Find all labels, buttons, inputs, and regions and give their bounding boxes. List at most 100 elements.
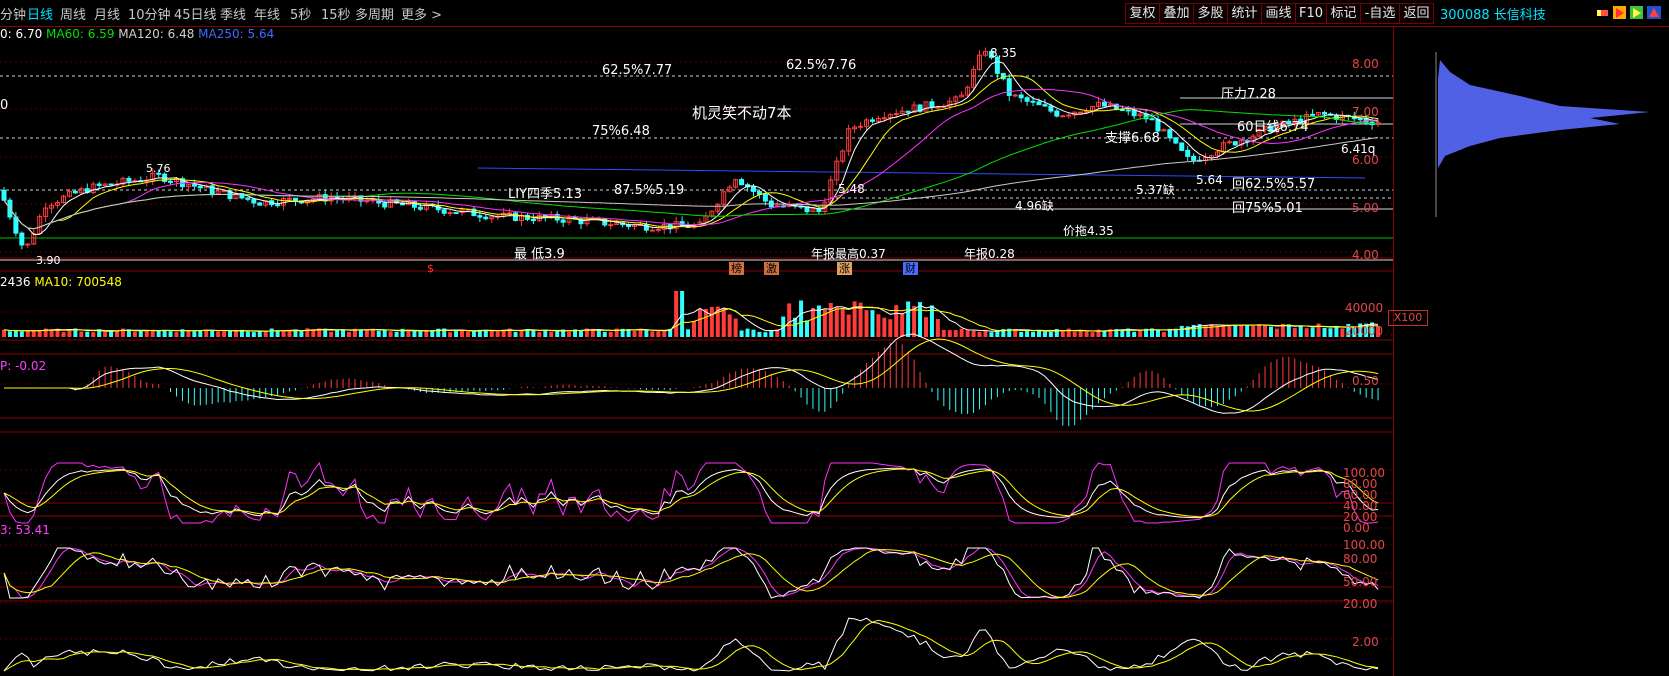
ma-value-0: 0: 6.70 (0, 27, 43, 41)
period-weekly[interactable]: 周线 (60, 4, 86, 23)
volume-legend: 2436 MA10: 700548 (0, 275, 122, 289)
ma60-line-label: 60日线6.74 (1237, 120, 1309, 135)
candle-body (1232, 141, 1238, 146)
period-45day[interactable]: 45日线 (174, 4, 217, 23)
candle-body (221, 190, 227, 193)
volume-bar (1120, 330, 1125, 337)
volume-bar (281, 331, 286, 337)
volume-bar (37, 330, 42, 337)
mark-button[interactable]: 标记 (1326, 3, 1361, 24)
period-quarterly[interactable]: 季线 (220, 4, 246, 23)
volume-bar (1179, 325, 1184, 337)
lowest-label: 最 低3.9 (514, 247, 565, 262)
candle-body (762, 193, 768, 202)
candle-body (245, 197, 251, 200)
tool-icon[interactable] (1647, 6, 1661, 19)
event-marker-finance[interactable]: 财 (903, 262, 918, 275)
volume-bar (210, 330, 215, 337)
volume-bar (132, 331, 137, 337)
candle-body (530, 218, 536, 222)
statistics-button[interactable]: 统计 (1227, 3, 1262, 24)
support-label: 支撑6.68 (1105, 131, 1160, 146)
volume-bar (763, 332, 768, 337)
event-marker-list[interactable]: 榜 (729, 262, 744, 275)
tool-icon[interactable] (1630, 6, 1643, 19)
volume-bar (91, 332, 96, 337)
volume-bar (1048, 331, 1053, 337)
volume-bar (608, 331, 613, 337)
volume-bar (918, 302, 923, 337)
volume-bar (1304, 328, 1309, 337)
volume-bar (424, 330, 429, 337)
overlay-button[interactable]: 叠加 (1159, 3, 1194, 24)
period-5sec[interactable]: 5秒 (290, 4, 311, 23)
event-marker-surge[interactable]: 激 (764, 262, 779, 275)
ma60-value: MA60: 6.59 (46, 27, 115, 41)
candle-body (251, 198, 257, 204)
candle-body (1006, 78, 1012, 96)
tool-icon[interactable] (1613, 6, 1626, 19)
volume-bar (245, 331, 250, 337)
moving-average-line (3, 109, 1379, 230)
watchlist-button[interactable]: -自选 (1360, 3, 1400, 24)
period-10min[interactable]: 10分钟 (128, 4, 171, 23)
event-marker-dollar[interactable]: $ (425, 262, 436, 275)
tool-icon[interactable] (1597, 10, 1608, 16)
volume-bar (810, 307, 815, 337)
volume-bar (329, 331, 334, 337)
period-15sec[interactable]: 15秒 (321, 4, 351, 23)
adjust-button[interactable]: 复权 (1125, 3, 1160, 24)
rsi-label-50: 50.00 (1343, 575, 1378, 589)
volume-bar (751, 329, 756, 337)
draw-line-button[interactable]: 画线 (1261, 3, 1296, 24)
multi-stock-button[interactable]: 多股 (1193, 3, 1228, 24)
volume-bar (799, 300, 804, 337)
bottom-indicator-pane (3, 617, 1379, 672)
kdj-label-0: 0.00 (1343, 521, 1370, 535)
volume-bar (406, 331, 411, 337)
candle-body (1078, 111, 1084, 114)
volume-bar (900, 313, 905, 337)
volume-bar (912, 306, 917, 337)
event-marker-rise[interactable]: 涨 (837, 262, 852, 275)
volume-bar (13, 330, 18, 337)
volume-bar (1209, 323, 1214, 337)
volume-bar (983, 330, 988, 337)
candle-body (1149, 118, 1155, 121)
volume-bar (709, 306, 714, 337)
candle-body (1125, 109, 1131, 112)
volume-bar (1161, 332, 1166, 337)
volume-bar (787, 303, 792, 337)
candle-body (935, 106, 941, 109)
volume-bar (828, 303, 833, 337)
period-monthly[interactable]: 月线 (94, 4, 120, 23)
volume-bar (674, 290, 679, 337)
volume-bar (103, 332, 108, 337)
candle-body (72, 190, 78, 194)
period-yearly[interactable]: 年线 (254, 4, 280, 23)
annual-label: 年报0.28 (964, 247, 1015, 261)
volume-bar (1060, 331, 1065, 337)
candle-body (1060, 115, 1066, 118)
back-button[interactable]: 返回 (1399, 3, 1434, 24)
candle-body (893, 113, 899, 116)
volume-bar (358, 329, 363, 337)
candle-body (13, 216, 19, 234)
volume-bar (382, 330, 387, 337)
period-more[interactable]: 更多 > (401, 4, 442, 23)
f10-button[interactable]: F10 (1295, 3, 1327, 24)
volume-bar (1025, 330, 1030, 337)
candle-body (1084, 110, 1090, 113)
period-minute[interactable]: 分钟 (0, 4, 26, 23)
volume-bar (1268, 326, 1273, 337)
volume-profile-shape (1438, 60, 1650, 168)
period-multi[interactable]: 多周期 (355, 4, 394, 23)
volume-bar (174, 332, 179, 337)
candle-body (1024, 97, 1030, 102)
volume-bar (335, 329, 340, 337)
volume-bar (1292, 328, 1297, 337)
period-daily[interactable]: 日线 (27, 4, 53, 23)
volume-bar (2, 329, 6, 337)
stock-title: 300088 长信科技 (1440, 8, 1546, 23)
volume-bar (638, 329, 643, 337)
